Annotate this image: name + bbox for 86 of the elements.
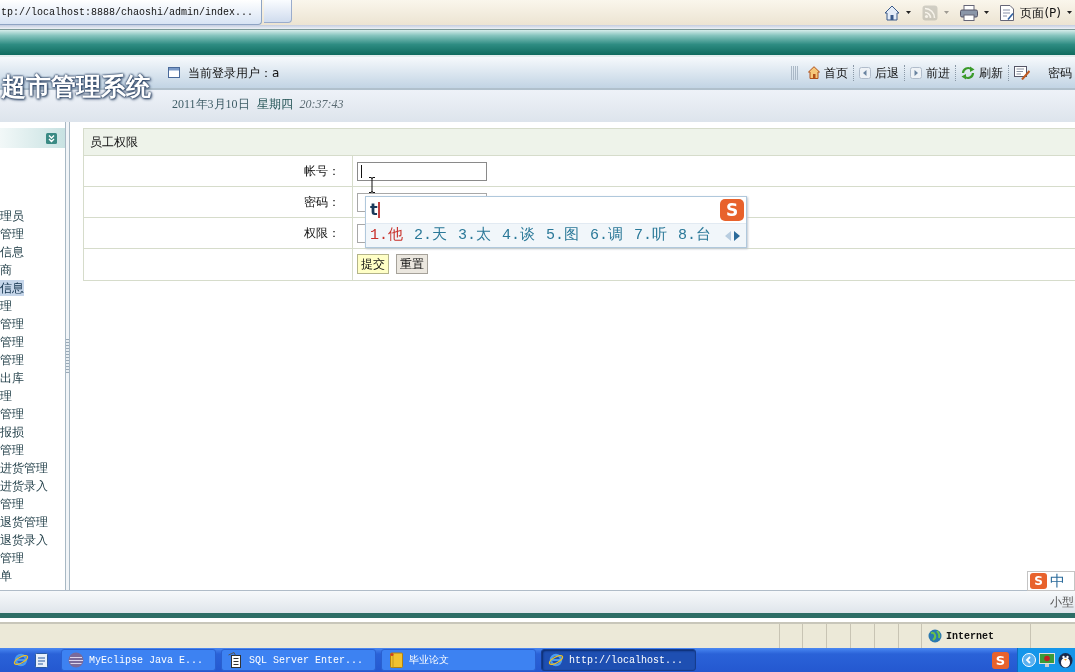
sidebar-item[interactable]: 理 <box>0 298 12 314</box>
sidebar-item[interactable]: 理 <box>0 388 12 404</box>
forward-button[interactable]: 前进 <box>910 65 950 80</box>
page-menu-button[interactable]: 页面(P) <box>1020 5 1061 20</box>
submit-button[interactable]: 提交 <box>357 254 389 274</box>
sidebar-item[interactable]: 管理 <box>0 226 24 242</box>
home-icon[interactable] <box>884 4 901 21</box>
grip-icon <box>791 65 798 80</box>
dropdown-caret-icon[interactable] <box>906 11 912 14</box>
date-text: 2011年3月10日 <box>172 96 250 113</box>
text-caret-icon <box>377 202 380 218</box>
sidebar-item[interactable]: 进货管理 <box>0 460 48 476</box>
sidebar-item[interactable]: 退货录入 <box>0 532 48 548</box>
refresh-icon <box>961 65 975 80</box>
ime-candidate[interactable]: 5.图 <box>546 226 580 245</box>
input-field[interactable] <box>357 161 487 181</box>
ime-status-bar[interactable]: S 中 <box>1027 571 1075 591</box>
security-zone-label: Internet <box>946 629 994 644</box>
sidebar-item[interactable]: 信息 <box>0 280 24 296</box>
reset-button[interactable]: 重置 <box>396 254 428 274</box>
globe-orbit-icon <box>548 652 564 668</box>
ime-candidate[interactable]: 6.调 <box>590 226 624 245</box>
ime-candidate[interactable]: 3.太 <box>458 226 492 245</box>
taskbar-button[interactable]: SQL Server Enter... <box>221 649 376 671</box>
sidebar-item[interactable]: 进货录入 <box>0 478 48 494</box>
sidebar-item[interactable]: 管理 <box>0 316 24 332</box>
arrow-right-icon[interactable] <box>734 230 740 241</box>
globe-orbit-icon[interactable] <box>13 652 29 668</box>
penguin-icon[interactable] <box>1058 652 1073 668</box>
globe-icon <box>928 629 942 643</box>
page-icon[interactable] <box>1000 4 1015 21</box>
text-caret-icon <box>361 164 362 178</box>
sidebar-item[interactable]: 信息 <box>0 244 24 260</box>
field-label: 帐号： <box>304 163 340 180</box>
chevron-left-icon[interactable] <box>1022 653 1036 667</box>
clipboard-icon <box>228 652 244 668</box>
ime-candidate[interactable]: 4.谈 <box>502 226 536 245</box>
sidebar-item[interactable]: 管理 <box>0 406 24 422</box>
sidebar-item[interactable]: 报损 <box>0 424 24 440</box>
sidebar-item[interactable]: 管理 <box>0 442 24 458</box>
sidebar-item[interactable]: 单 <box>0 568 12 584</box>
monitor-icon[interactable] <box>1039 653 1055 667</box>
home-button[interactable]: 首页 <box>808 65 848 80</box>
current-user-label: 当前登录用户：a <box>188 64 280 82</box>
password-button[interactable]: 密码 <box>1014 65 1072 80</box>
weekday-text: 星期四 <box>256 96 293 113</box>
ime-composition: t <box>370 201 378 219</box>
ime-candidate[interactable]: 8.台 <box>678 226 712 245</box>
sidebar-item[interactable]: 管理 <box>0 550 24 566</box>
sidebar-item[interactable]: 商 <box>0 262 12 278</box>
back-button[interactable]: 后退 <box>859 65 899 80</box>
home-icon <box>808 66 820 79</box>
input-mode-label: 中 <box>1050 572 1065 590</box>
ime-candidate[interactable]: 2.天 <box>414 226 448 245</box>
sidebar-item[interactable]: 管理 <box>0 352 24 368</box>
double-chevron-down-icon[interactable] <box>46 132 57 144</box>
printer-icon[interactable] <box>960 4 979 21</box>
browser-tab[interactable]: tp://localhost:8888/chaoshi/admin/index... <box>0 0 262 25</box>
form-title: 员工权限 <box>90 134 138 151</box>
taskbar-button[interactable]: http://localhost... <box>541 649 696 671</box>
sidebar-item[interactable]: 退货管理 <box>0 514 48 530</box>
sidebar-item[interactable]: 理员 <box>0 208 24 224</box>
logo-mark: S <box>1030 573 1047 589</box>
splitter-handle[interactable] <box>66 339 69 373</box>
text-cursor-icon <box>368 177 376 193</box>
notebook-icon <box>388 652 404 668</box>
taskbar-button[interactable]: MyEclipse Java E... <box>61 649 216 671</box>
document-icon[interactable] <box>35 652 48 668</box>
window-icon <box>168 67 180 78</box>
taskbar-button[interactable]: 毕业论文 <box>381 649 536 671</box>
field-label: 权限： <box>304 225 340 242</box>
logo-mark: S <box>720 199 744 221</box>
dropdown-caret-icon[interactable] <box>1067 11 1072 14</box>
notepad-pen-icon <box>1014 65 1030 80</box>
dropdown-caret-icon[interactable] <box>984 11 990 14</box>
app-logo: 超市管理系统 <box>1 71 151 102</box>
sidebar-item[interactable]: 管理 <box>0 334 24 350</box>
refresh-button[interactable]: 刷新 <box>961 65 1003 80</box>
sidebar-item[interactable]: 管理 <box>0 496 24 512</box>
ime-candidate[interactable]: 1.他 <box>370 226 403 245</box>
time-text: 20:37:43 <box>299 96 344 113</box>
sidebar-item[interactable]: 出库 <box>0 370 24 386</box>
ime-candidate[interactable]: 7.听 <box>634 226 668 245</box>
sphere-icon <box>68 652 84 668</box>
footer-text: 小型 <box>1050 594 1074 611</box>
field-label: 密码： <box>304 194 340 211</box>
